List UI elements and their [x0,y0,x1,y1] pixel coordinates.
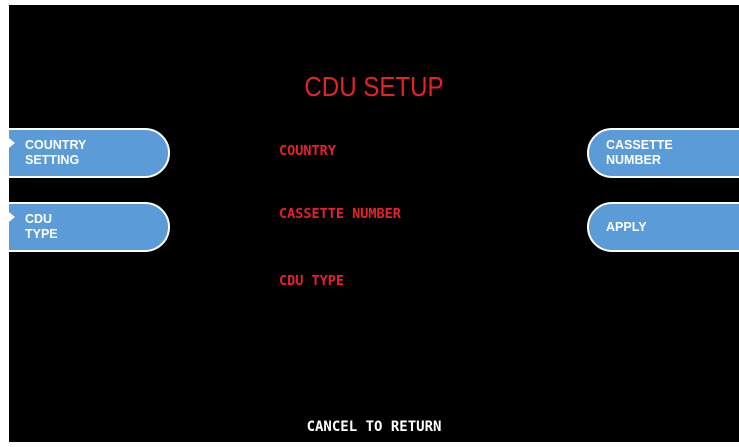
apply-button-label: APPLY [606,219,647,234]
cdu-type-button[interactable]: CDU TYPE [9,202,170,252]
cassette-number-button[interactable]: CASSETTE NUMBER [587,128,739,178]
fdk-indicator-icon [9,212,15,222]
cassette-number-label: CASSETTE NUMBER [279,206,401,222]
cdu-type-button-line2: TYPE [25,227,58,241]
fdk-indicator-icon [9,138,15,148]
apply-button[interactable]: APPLY [587,202,739,252]
page-title: CDU SETUP [304,71,444,102]
country-setting-button[interactable]: COUNTRY SETTING [9,128,170,178]
cassette-number-button-line1: CASSETTE [606,138,673,152]
cdu-type-label: CDU TYPE [279,273,345,289]
cassette-number-button-line2: NUMBER [606,153,661,167]
country-setting-button-line1: COUNTRY [25,138,87,152]
atm-screen: CDU SETUP COUNTRY SETTING CDU TYPE CASSE… [9,5,739,442]
cdu-type-button-line1: CDU [25,212,53,226]
cancel-to-return-hint: CANCEL TO RETURN [306,419,442,435]
country-setting-button-line2: SETTING [25,153,80,167]
country-label: COUNTRY [279,143,336,159]
